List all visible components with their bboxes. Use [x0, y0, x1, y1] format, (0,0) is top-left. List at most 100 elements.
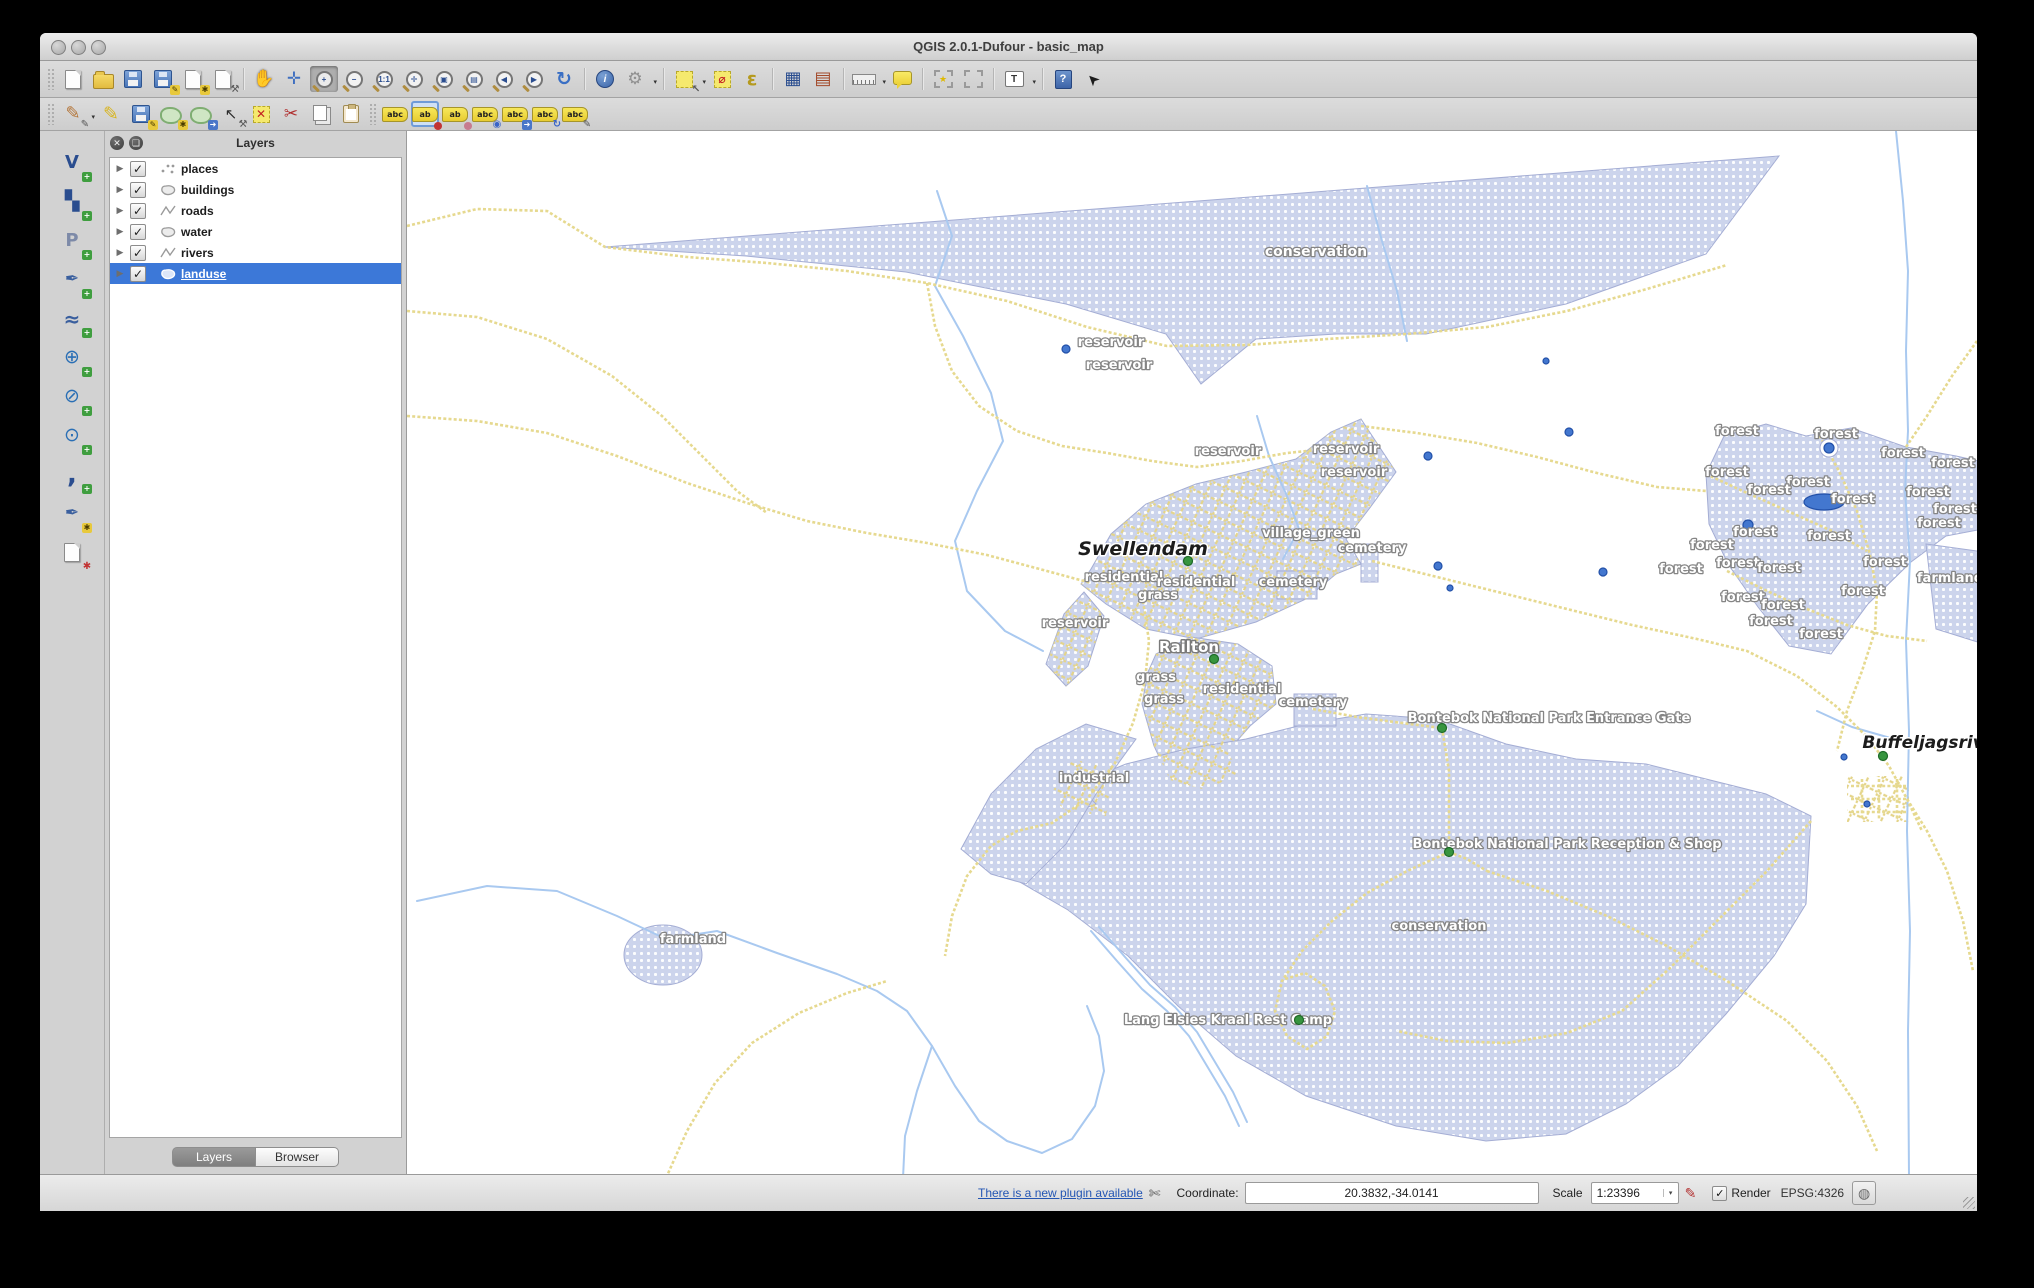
- add-wfs-layer-button[interactable]: ⊙ +: [55, 419, 92, 455]
- run-feature-action-dropdown-icon[interactable]: ▾: [653, 78, 657, 86]
- expand-arrow-icon[interactable]: ▶: [110, 205, 130, 216]
- zoom-to-selection-button[interactable]: ▣: [430, 66, 458, 92]
- layer-visibility-checkbox[interactable]: ✓: [130, 160, 146, 177]
- expand-arrow-icon[interactable]: ▶: [110, 226, 130, 237]
- scale-dropdown-icon[interactable]: ▾: [1662, 1189, 1678, 1197]
- show-hide-labels-button[interactable]: abc ◉: [471, 101, 501, 130]
- add-postgis-layer-button[interactable]: P +: [55, 224, 92, 260]
- zoom-in-button[interactable]: +: [310, 66, 338, 92]
- deselect-features-button[interactable]: ⌀: [708, 66, 736, 92]
- move-feature-button[interactable]: ➜: [187, 101, 218, 130]
- delete-selected-button[interactable]: ✕: [247, 101, 275, 127]
- zoom-actual-button[interactable]: 1:1: [370, 66, 398, 92]
- add-wcs-layer-button[interactable]: ⊘ +: [55, 380, 92, 416]
- expand-arrow-icon[interactable]: ▶: [110, 163, 130, 174]
- paste-features-button[interactable]: [337, 101, 365, 127]
- layer-visibility-checkbox[interactable]: ✓: [130, 223, 146, 240]
- run-feature-action-button[interactable]: ⚙ ▾: [621, 66, 657, 92]
- add-spatialite-layer-button[interactable]: ✒ +: [55, 263, 92, 299]
- pin-unpin-labels-button[interactable]: ab: [411, 101, 442, 130]
- field-calculator-button[interactable]: ▤: [809, 66, 837, 92]
- add-delimited-text-layer-button[interactable]: , +: [55, 458, 92, 494]
- zoom-out-button[interactable]: −: [340, 66, 368, 92]
- composer-manager-button[interactable]: ⚒: [209, 66, 239, 95]
- add-vector-layer-button[interactable]: V +: [55, 146, 92, 182]
- save-project-as-button[interactable]: ✎: [149, 66, 180, 95]
- pan-to-selection-button[interactable]: ✛: [280, 66, 308, 92]
- save-project-button[interactable]: [119, 66, 147, 92]
- layer-visibility-checkbox[interactable]: ✓: [130, 181, 146, 198]
- new-shapefile-layer-button[interactable]: ✱: [55, 536, 91, 572]
- identify-features-button[interactable]: i: [591, 66, 619, 92]
- open-attribute-table-button[interactable]: ▦: [779, 66, 807, 92]
- zoom-last-button[interactable]: ◀: [490, 66, 518, 92]
- title-bar[interactable]: QGIS 2.0.1-Dufour - basic_map: [40, 33, 1977, 61]
- zoom-to-layer-button[interactable]: ▤: [460, 66, 488, 92]
- new-print-composer-button[interactable]: ✱: [179, 66, 210, 95]
- node-tool-button[interactable]: ↖ ⚒: [217, 101, 248, 130]
- layer-visibility-checkbox[interactable]: ✓: [130, 265, 146, 282]
- zoom-window-button[interactable]: [91, 40, 106, 55]
- plugin-available-link[interactable]: There is a new plugin available: [978, 1186, 1143, 1200]
- zoom-next-button[interactable]: ▶: [520, 66, 548, 92]
- refresh-map-button[interactable]: ↻: [550, 66, 578, 92]
- add-mssql-layer-button[interactable]: ≈ +: [55, 302, 92, 338]
- panel-tab-browser[interactable]: Browser: [256, 1147, 339, 1167]
- expand-arrow-icon[interactable]: ▶: [110, 247, 130, 258]
- layer-name[interactable]: places: [181, 162, 218, 176]
- crs-status-button[interactable]: ◍: [1852, 1181, 1877, 1205]
- layer-row-roads[interactable]: ▶ ✓ roads: [110, 200, 401, 221]
- layer-name[interactable]: buildings: [181, 183, 234, 197]
- text-annotation-dropdown-icon[interactable]: ▾: [1032, 78, 1036, 86]
- select-by-expression-button[interactable]: ε: [738, 66, 766, 92]
- layer-name[interactable]: landuse: [181, 267, 226, 281]
- whats-this-button[interactable]: ➤: [1079, 66, 1107, 92]
- measure-line-dropdown-icon[interactable]: ▾: [882, 78, 886, 86]
- expand-arrow-icon[interactable]: ▶: [110, 184, 130, 195]
- select-features-button[interactable]: ↖ ▾: [670, 66, 706, 95]
- move-label-button[interactable]: abc ➜: [501, 101, 532, 130]
- layer-row-buildings[interactable]: ▶ ✓ buildings: [110, 179, 401, 200]
- layer-row-places[interactable]: ▶ ✓ places: [110, 158, 401, 179]
- label-layer-button[interactable]: abc: [381, 101, 409, 127]
- add-feature-button[interactable]: ✱: [157, 101, 188, 130]
- minimize-window-button[interactable]: [71, 40, 86, 55]
- stop-render-icon[interactable]: ✎: [1685, 1185, 1697, 1202]
- add-wms-layer-button[interactable]: ⊕ +: [55, 341, 92, 377]
- add-raster-layer-button[interactable]: ▚ +: [55, 185, 92, 221]
- layer-name[interactable]: rivers: [181, 246, 214, 260]
- current-edits-button[interactable]: ✎ ✎ ▾: [59, 101, 95, 130]
- layer-visibility-checkbox[interactable]: ✓: [130, 202, 146, 219]
- toggle-editing-button[interactable]: ✎: [97, 101, 125, 127]
- new-project-button[interactable]: [59, 66, 87, 92]
- layer-name[interactable]: roads: [181, 204, 214, 218]
- coordinate-input[interactable]: 20.3832,-34.0141: [1244, 1182, 1539, 1204]
- panel-tab-layers[interactable]: Layers: [172, 1147, 256, 1167]
- select-features-dropdown-icon[interactable]: ▾: [702, 78, 706, 86]
- close-window-button[interactable]: [51, 40, 66, 55]
- help-contents-button[interactable]: ?: [1049, 66, 1077, 92]
- layer-row-rivers[interactable]: ▶ ✓ rivers: [110, 242, 401, 263]
- measure-line-button[interactable]: ▾: [850, 66, 886, 92]
- new-bookmark-button[interactable]: ★: [929, 66, 957, 92]
- cut-features-button[interactable]: ✂: [277, 101, 305, 127]
- copy-features-button[interactable]: [307, 101, 335, 127]
- layer-row-landuse[interactable]: ▶ ✓ landuse: [110, 263, 401, 284]
- map-tips-button[interactable]: [888, 66, 916, 92]
- plugin-icon[interactable]: ✄: [1149, 1185, 1161, 1202]
- map-canvas[interactable]: conservation reservoir reservoir reservoir r…: [407, 131, 1977, 1174]
- pan-map-button[interactable]: ✋: [250, 66, 278, 92]
- render-checkbox[interactable]: ✓: [1712, 1185, 1728, 1201]
- open-project-button[interactable]: [89, 66, 117, 92]
- text-annotation-button[interactable]: T ▾: [1000, 66, 1036, 92]
- zoom-full-button[interactable]: ✛: [400, 66, 428, 92]
- scale-combo[interactable]: 1:23396 ▾: [1590, 1182, 1679, 1204]
- highlight-pinned-labels-button[interactable]: ab: [441, 101, 472, 130]
- save-layer-edits-button[interactable]: ✎: [127, 101, 158, 130]
- show-bookmarks-button[interactable]: [959, 66, 987, 92]
- window-resize-grip[interactable]: [1963, 1197, 1975, 1209]
- expand-arrow-icon[interactable]: ▶: [110, 268, 130, 279]
- change-label-properties-button[interactable]: abc ✎: [561, 101, 591, 130]
- rotate-label-button[interactable]: abc ↻: [531, 101, 561, 130]
- layer-name[interactable]: water: [181, 225, 212, 239]
